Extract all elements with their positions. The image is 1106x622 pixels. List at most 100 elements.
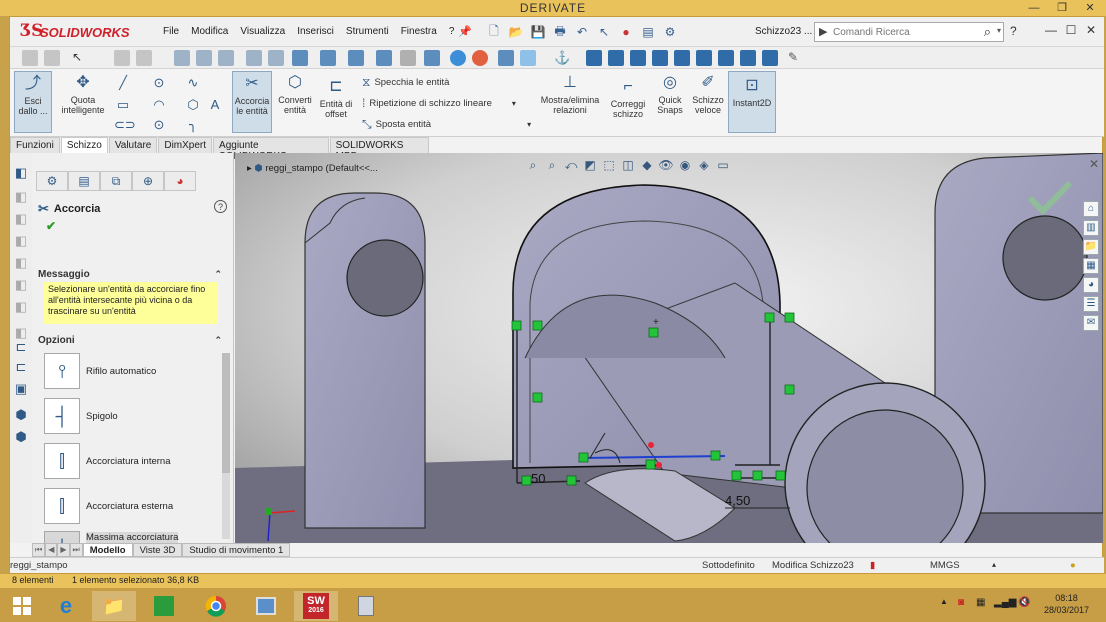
- layer-icon[interactable]: ◧: [13, 165, 29, 181]
- help-button[interactable]: ?: [1010, 24, 1017, 38]
- tab-modello[interactable]: Modello: [82, 543, 133, 557]
- offset-tool-icon[interactable]: ⊏: [13, 339, 29, 355]
- print-icon[interactable]: 🖶: [551, 23, 569, 41]
- pin-icon[interactable]: 📌: [458, 25, 472, 38]
- tree-expand-icon[interactable]: ▸: [247, 163, 252, 174]
- option-trim-outside[interactable]: ⫿ Accorciatura esterna: [44, 486, 224, 526]
- zoom-fit-icon[interactable]: [174, 50, 190, 66]
- standard-view-icon[interactable]: [696, 50, 712, 66]
- home-icon[interactable]: ⌂: [1083, 201, 1099, 217]
- file-explorer-icon[interactable]: 📁: [1083, 239, 1099, 255]
- dynamic-annotation-icon[interactable]: ⬚: [601, 157, 617, 173]
- taskbar-file-explorer[interactable]: 📁: [92, 591, 136, 621]
- taskbar-internet-explorer[interactable]: e: [44, 591, 88, 621]
- select-icon[interactable]: ↖: [595, 23, 613, 41]
- text-icon[interactable]: A: [206, 97, 224, 113]
- previous-view-icon[interactable]: ⤺: [563, 157, 579, 173]
- part-icon[interactable]: ⬢: [13, 429, 29, 445]
- forum-icon[interactable]: ✉: [1083, 315, 1099, 331]
- taskbar-solidworks[interactable]: SW 2016: [294, 591, 338, 621]
- zoom-area-icon[interactable]: ⌕: [544, 157, 560, 173]
- realview-icon[interactable]: [520, 50, 536, 66]
- menu-strumenti[interactable]: Strumenti: [340, 26, 395, 37]
- display-relations-button[interactable]: ⊥ Mostra/elimina relazioni: [538, 73, 602, 131]
- magnifier-icon[interactable]: ⌕: [984, 24, 991, 40]
- model-viewport[interactable]: +: [235, 153, 1103, 543]
- arc-icon[interactable]: ◠: [150, 97, 168, 113]
- sketch-point[interactable]: [656, 462, 662, 468]
- chevron-down-icon[interactable]: ▾: [527, 120, 531, 129]
- convert-entities-button[interactable]: ⬡ Converti entità: [276, 73, 314, 131]
- rebuild-icon[interactable]: ●: [617, 23, 635, 41]
- layer-icon[interactable]: ◧: [13, 211, 29, 227]
- hide-show-icon[interactable]: 👁: [658, 157, 674, 173]
- scene-icon[interactable]: [498, 50, 514, 66]
- scrollbar-thumb[interactable]: [222, 353, 230, 473]
- view-tool-icon[interactable]: [22, 50, 38, 66]
- solidworks-logo[interactable]: ƷS SOLIDWORKS: [20, 21, 145, 43]
- option-power-trim[interactable]: ⫯ Rifilo automatico: [44, 351, 224, 391]
- tab-schizzo[interactable]: Schizzo: [60, 137, 108, 153]
- menu-finestra[interactable]: Finestra: [395, 26, 443, 37]
- move-entities-button[interactable]: ⤡ Sposta entità ▾: [362, 117, 531, 132]
- status-units[interactable]: MMGS: [930, 560, 960, 571]
- appearance-icon[interactable]: [472, 50, 488, 66]
- options-section-header[interactable]: Opzioni ⌃: [38, 335, 224, 346]
- mirror-entities-button[interactable]: ⧖ Specchia le entità: [362, 75, 449, 90]
- ok-check-icon[interactable]: ✔: [46, 219, 56, 233]
- option-trim-inside[interactable]: ⫿ Accorciatura interna: [44, 441, 224, 481]
- search-input[interactable]: [833, 25, 983, 39]
- tray-network-icon[interactable]: ▦: [976, 597, 985, 608]
- layer-icon[interactable]: ◧: [13, 299, 29, 315]
- close-icon[interactable]: ✕: [1089, 157, 1099, 171]
- options-icon[interactable]: ⚙: [661, 23, 679, 41]
- property-manager-icon[interactable]: ▤: [68, 171, 100, 191]
- property-scrollbar[interactable]: [222, 353, 230, 539]
- fillet-icon[interactable]: ╮: [184, 117, 202, 133]
- maximize-icon[interactable]: ☐: [1062, 23, 1080, 37]
- select-arrow-icon[interactable]: ↖: [72, 50, 88, 66]
- trim-entities-button[interactable]: ✂ Accorcia le entità: [232, 71, 272, 133]
- tray-wifi-icon[interactable]: ▂▄▆: [994, 597, 1016, 608]
- help-icon[interactable]: ?: [214, 200, 227, 213]
- display-manager-icon[interactable]: ◕: [164, 171, 196, 191]
- menu-file[interactable]: File: [157, 26, 185, 37]
- tab-funzioni[interactable]: Funzioni: [10, 137, 60, 153]
- standard-view-icon[interactable]: [718, 50, 734, 66]
- view-palette-icon[interactable]: ▦: [1083, 258, 1099, 274]
- taskbar-store[interactable]: [142, 591, 186, 621]
- previous-view-icon[interactable]: [218, 50, 234, 66]
- nav-prev-icon[interactable]: ◀: [45, 543, 58, 557]
- apply-scene-icon[interactable]: ◈: [696, 157, 712, 173]
- save-icon[interactable]: 💾: [529, 23, 547, 41]
- command-search[interactable]: ▶ ⌕ ▾: [814, 22, 1004, 42]
- dimension-50[interactable]: 50: [531, 471, 545, 486]
- feature-manager-icon[interactable]: ⚙: [36, 171, 68, 191]
- chevron-down-icon[interactable]: ▾: [512, 99, 516, 108]
- tab-dimxpert[interactable]: DimXpert: [158, 137, 213, 153]
- chevron-up-icon[interactable]: ⌃: [214, 335, 222, 346]
- spline-icon[interactable]: ∿: [184, 75, 202, 91]
- apply-scene-icon[interactable]: [400, 50, 416, 66]
- standard-view-icon[interactable]: [652, 50, 668, 66]
- quick-snaps-button[interactable]: ◎ Quick Snaps: [654, 73, 686, 131]
- graphics-area[interactable]: + ▸ ⬢ reggi_stampo (Default<<... 50 4,50…: [235, 153, 1103, 543]
- hide-show-icon[interactable]: [348, 50, 364, 66]
- repair-sketch-button[interactable]: ⌐ Correggi schizzo: [608, 77, 648, 131]
- edit-appearance-icon[interactable]: [376, 50, 392, 66]
- close-icon[interactable]: ✕: [1082, 23, 1100, 37]
- tab-viste-3d[interactable]: Viste 3D: [132, 543, 183, 557]
- feature-tree-flyout[interactable]: ▸ ⬢ reggi_stampo (Default<<...: [247, 163, 378, 174]
- point-icon[interactable]: ⊙: [150, 117, 168, 133]
- offset-tool-icon[interactable]: ⊏: [13, 359, 29, 375]
- tab-valutare[interactable]: Valutare: [108, 137, 158, 153]
- view-tool-icon[interactable]: [136, 50, 152, 66]
- undo-icon[interactable]: ↶: [573, 23, 591, 41]
- configuration-manager-icon[interactable]: ⧉: [100, 171, 132, 191]
- rotate-icon[interactable]: [450, 50, 466, 66]
- display-style-icon[interactable]: ◆: [639, 157, 655, 173]
- layer-icon[interactable]: ◧: [13, 233, 29, 249]
- nav-first-icon[interactable]: ⏮: [32, 543, 46, 557]
- instant2d-button[interactable]: ⊡ Instant2D: [728, 71, 776, 133]
- pen-icon[interactable]: ✎: [788, 50, 804, 66]
